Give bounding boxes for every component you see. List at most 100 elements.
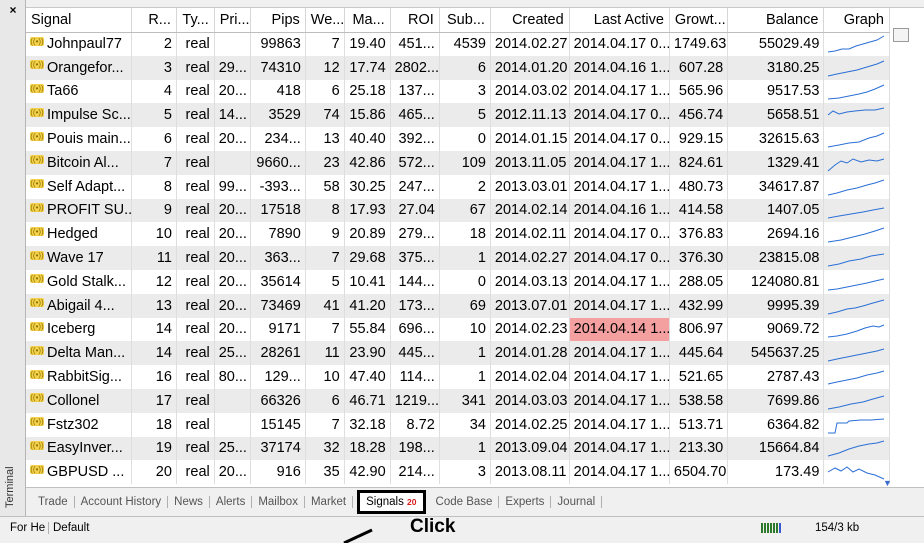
- growth-sparkline: [828, 107, 885, 116]
- cell-subscribers: 4539: [439, 32, 491, 56]
- signal-icon: ((•)): [30, 60, 44, 70]
- table-row[interactable]: ((•)) Delta Man... 14 real 25... 28261 11 23.90…: [26, 341, 890, 366]
- sparkline-path: [828, 370, 885, 385]
- cell-weeks: 10: [305, 365, 345, 389]
- table-row[interactable]: ((•)) PROFIT SU... 9 real 20... 17518 8 17.93 27…: [26, 198, 890, 223]
- cell-created: 2013.03.01: [490, 174, 570, 199]
- table-row[interactable]: ((•)) Ta66 4 real 20... 418 6 25.18 137... 3 2014.…: [26, 79, 890, 104]
- sparkline-path: [828, 158, 885, 172]
- signal-name: Pouis main...: [47, 131, 131, 148]
- col-header-roi[interactable]: ROI: [390, 8, 440, 33]
- col-header-last-active[interactable]: Last Active: [569, 8, 670, 33]
- table-row[interactable]: ((•)) Johnpaul77 2 real 99863 7 19.40 451... 453…: [26, 32, 890, 56]
- table-row[interactable]: ((•)) RabbitSig... 16 real 80... 129... 10 47.4…: [26, 365, 890, 389]
- table-row[interactable]: ((•)) Orangefor... 3 real 29... 74310 12 17.74 2…: [26, 55, 890, 80]
- col-header-graph[interactable]: Graph: [823, 8, 890, 33]
- tab-mailbox[interactable]: Mailbox: [252, 496, 305, 508]
- sparkline-path: [828, 253, 885, 267]
- close-icon[interactable]: ×: [6, 3, 20, 17]
- cell-price: 99...: [214, 174, 251, 199]
- table-row[interactable]: ((•)) Fstz302 18 real 15145 7 32.18 8.72 34 2014.…: [26, 412, 890, 437]
- col-header-subscribers[interactable]: Sub...: [439, 8, 491, 33]
- col-header-ma[interactable]: Ma...: [344, 8, 391, 33]
- signal-icon: ((•)): [30, 298, 44, 308]
- signal-name-wrap: ((•)) RabbitSig...: [30, 369, 127, 385]
- cell-type: real: [176, 222, 215, 247]
- col-header-pips[interactable]: Pips: [250, 8, 306, 33]
- cell-price: 20...: [214, 269, 251, 294]
- col-header-weeks[interactable]: We...: [305, 8, 345, 33]
- cell-last-active: 2014.04.17 1...: [569, 293, 670, 318]
- signals-table-body: ((•)) Johnpaul77 2 real 99863 7 19.40 451... 453…: [26, 32, 890, 485]
- scrollbar-up-button[interactable]: [893, 28, 909, 42]
- col-header-balance[interactable]: Balance: [727, 8, 825, 33]
- table-row[interactable]: ((•)) Abigail 4... 13 real 20... 73469 41 41.20…: [26, 293, 890, 318]
- cell-subscribers: 3: [439, 460, 491, 485]
- cell-balance: 2694.16: [727, 222, 825, 247]
- table-row[interactable]: ((•)) Hedged 10 real 20... 7890 9 20.89 279... 18…: [26, 222, 890, 247]
- cell-pips: 418: [250, 79, 306, 104]
- col-header-growth[interactable]: Growt...: [669, 8, 729, 33]
- cell-weeks: 7: [305, 317, 345, 342]
- cell-ma: 46.71: [344, 388, 391, 413]
- tab-journal[interactable]: Journal: [551, 496, 603, 508]
- cell-balance: 5658.51: [727, 103, 825, 128]
- cell-pips: 74310: [250, 55, 306, 80]
- table-row[interactable]: ((•)) Bitcoin Al... 7 real 9660... 23 42.86 572…: [26, 150, 890, 175]
- cell-subscribers: 18: [439, 222, 491, 247]
- cell-roi: 392...: [390, 127, 440, 151]
- tab-code-base[interactable]: Code Base: [430, 496, 500, 508]
- tab-news[interactable]: News: [168, 496, 210, 508]
- cell-roi: 572...: [390, 150, 440, 175]
- cell-rank: 19: [131, 436, 177, 461]
- table-row[interactable]: ((•)) Gold Stalk... 12 real 20... 35614 5 10.41…: [26, 269, 890, 294]
- cell-signal: ((•)) Hedged: [26, 222, 132, 247]
- signal-name-wrap: ((•)) Johnpaul77: [30, 36, 127, 52]
- cell-growth: 480.73: [669, 174, 729, 199]
- cell-subscribers: 3: [439, 79, 491, 104]
- tab-alerts[interactable]: Alerts: [210, 496, 253, 508]
- tab-market[interactable]: Market: [305, 496, 354, 508]
- cell-roi: 696...: [390, 317, 440, 342]
- cell-last-active: 2014.04.17 0...: [569, 32, 670, 56]
- col-header-price[interactable]: Pri...: [214, 8, 251, 33]
- signal-name: Wave 17: [47, 250, 104, 267]
- col-header-created[interactable]: Created: [490, 8, 570, 33]
- cell-weeks: 35: [305, 460, 345, 485]
- cell-ma: 42.90: [344, 460, 391, 485]
- cell-rank: 11: [131, 246, 177, 270]
- table-row[interactable]: ((•)) Wave 17 11 real 20... 363... 7 29.68 375..…: [26, 246, 890, 270]
- table-row[interactable]: ((•)) Iceberg 14 real 20... 9171 7 55.84 696... 1…: [26, 317, 890, 342]
- cell-created: 2014.02.23: [490, 317, 570, 342]
- cell-ma: 18.28: [344, 436, 391, 461]
- cell-last-active: 2014.04.16 1...: [569, 198, 670, 223]
- table-row[interactable]: ((•)) GBPUSD ... 20 real 20... 916 35 42.90 214.…: [26, 460, 890, 485]
- table-row[interactable]: ((•)) Collonel 17 real 66326 6 46.71 1219... 341…: [26, 388, 890, 413]
- tab-account-history[interactable]: Account History: [75, 496, 169, 508]
- tab-trade[interactable]: Trade: [32, 496, 75, 508]
- tab-label: Trade: [38, 496, 68, 508]
- cell-last-active: 2014.04.17 1...: [569, 150, 670, 175]
- cell-growth: 376.30: [669, 246, 729, 270]
- tab-experts[interactable]: Experts: [499, 496, 552, 508]
- signal-icon: ((•)): [30, 179, 44, 189]
- table-row[interactable]: ((•)) Impulse Sc... 5 real 14... 3529 74 15.86 4…: [26, 103, 890, 128]
- cell-ma: 15.86: [344, 103, 391, 128]
- col-header-type[interactable]: Ty...: [176, 8, 215, 33]
- tab-signals[interactable]: Signals 20: [357, 490, 426, 514]
- table-row[interactable]: ((•)) EasyInver... 19 real 25... 37174 32 18.28…: [26, 436, 890, 461]
- col-header-signal[interactable]: Signal: [26, 8, 132, 33]
- cell-type: real: [176, 55, 215, 80]
- cell-type: real: [176, 103, 215, 128]
- cell-rank: 7: [131, 150, 177, 175]
- col-header-rank[interactable]: R...: [131, 8, 177, 33]
- table-row[interactable]: ((•)) Pouis main... 6 real 20... 234... 13 40.4…: [26, 127, 890, 151]
- cell-pips: 15145: [250, 412, 306, 437]
- signal-name: GBPUSD ...: [47, 464, 125, 481]
- cell-pips: 66326: [250, 388, 306, 413]
- cell-weeks: 23: [305, 150, 345, 175]
- cell-last-active: 2014.04.16 1...: [569, 55, 670, 80]
- cell-roi: 279...: [390, 222, 440, 247]
- table-row[interactable]: ((•)) Self Adapt... 8 real 99... -393... 58 30.…: [26, 174, 890, 199]
- cell-last-active: 2014.04.17 1...: [569, 412, 670, 437]
